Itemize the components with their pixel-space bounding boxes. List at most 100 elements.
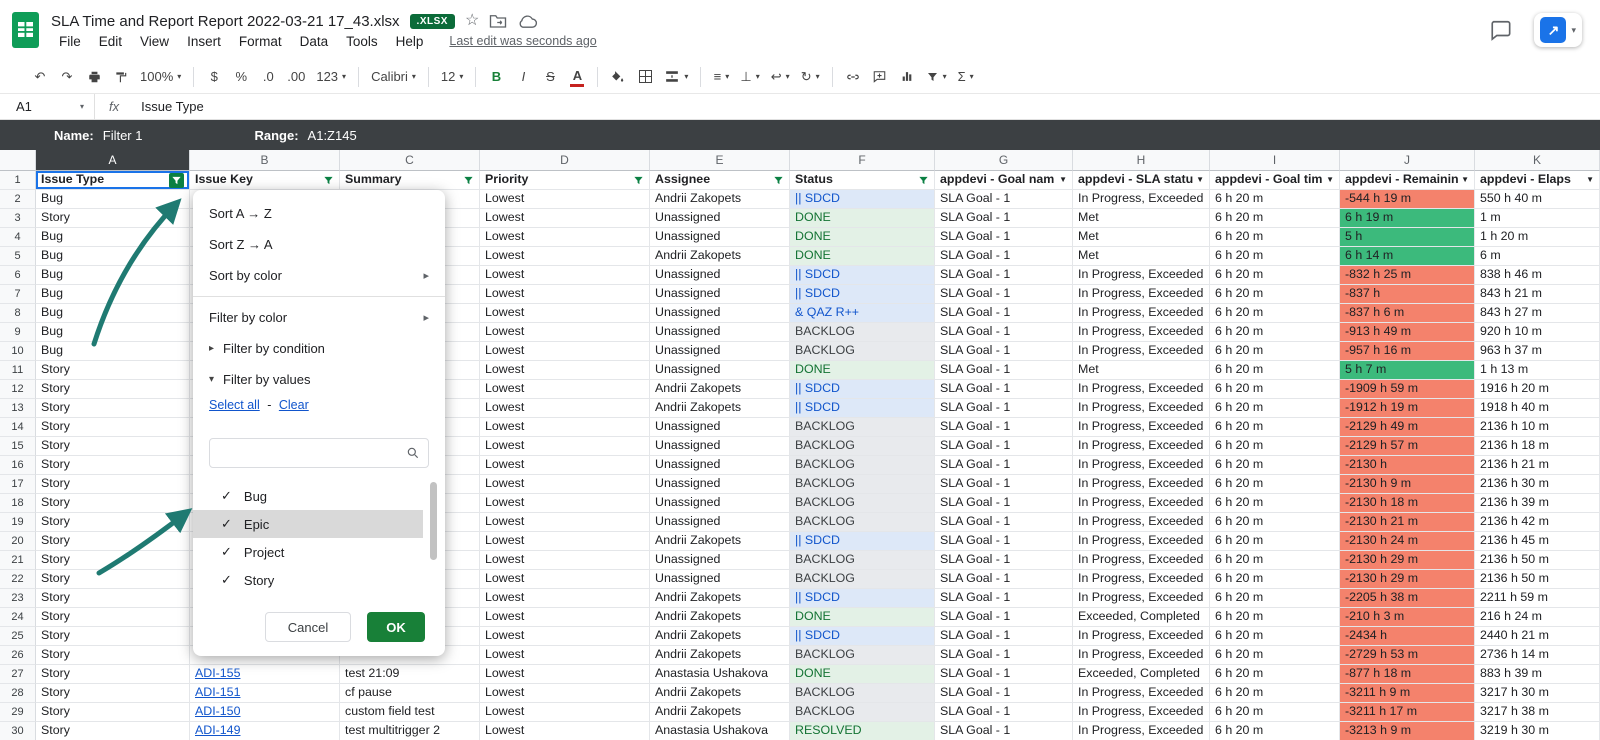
cell[interactable]: SLA Goal - 1 — [935, 380, 1073, 399]
name-box[interactable]: A1 ▾ — [0, 99, 94, 114]
header-cell[interactable]: Priority — [480, 171, 650, 190]
cell[interactable]: Story — [36, 513, 190, 532]
cell[interactable]: 6 h 19 m — [1340, 209, 1475, 228]
clear-link[interactable]: Clear — [279, 398, 309, 412]
cell[interactable]: Lowest — [480, 722, 650, 740]
cell[interactable]: -1912 h 19 m — [1340, 399, 1475, 418]
cell[interactable]: In Progress, Exceeded — [1073, 437, 1210, 456]
cell[interactable]: Lowest — [480, 266, 650, 285]
cell[interactable]: Lowest — [480, 304, 650, 323]
cell[interactable]: 6 h 20 m — [1210, 456, 1340, 475]
cell[interactable]: 6 h 20 m — [1210, 209, 1340, 228]
cell[interactable]: Story — [36, 437, 190, 456]
cell[interactable]: || SDCD — [790, 399, 935, 418]
row-number-14[interactable]: 14 — [0, 418, 36, 437]
row-number-11[interactable]: 11 — [0, 361, 36, 380]
cell[interactable]: Andrii Zakopets — [650, 627, 790, 646]
cell[interactable]: Story — [36, 532, 190, 551]
cell[interactable]: ADI-151 — [190, 684, 340, 703]
header-cell[interactable]: Summary — [340, 171, 480, 190]
cell[interactable]: In Progress, Exceeded — [1073, 684, 1210, 703]
cell[interactable]: Bug — [36, 304, 190, 323]
cell[interactable]: Lowest — [480, 247, 650, 266]
star-icon[interactable]: ☆ — [465, 13, 479, 29]
cell[interactable]: In Progress, Exceeded — [1073, 646, 1210, 665]
cell[interactable]: 2136 h 18 m — [1475, 437, 1600, 456]
cell[interactable]: Unassigned — [650, 285, 790, 304]
row-number-28[interactable]: 28 — [0, 684, 36, 703]
cell[interactable]: Andrii Zakopets — [650, 608, 790, 627]
header-cell[interactable]: appdevi - Remainin▼ — [1340, 171, 1475, 190]
cell[interactable]: Lowest — [480, 570, 650, 589]
cell[interactable]: Andrii Zakopets — [650, 380, 790, 399]
cell[interactable]: 2136 h 50 m — [1475, 551, 1600, 570]
cell[interactable]: 1918 h 40 m — [1475, 399, 1600, 418]
cell[interactable]: In Progress, Exceeded — [1073, 627, 1210, 646]
cell[interactable]: Story — [36, 399, 190, 418]
cell[interactable]: 5 h 7 m — [1340, 361, 1475, 380]
cell[interactable]: test multitrigger 2 — [340, 722, 480, 740]
cell[interactable]: Lowest — [480, 494, 650, 513]
text-color-button[interactable]: A — [565, 65, 589, 89]
header-cell[interactable]: appdevi - Goal tim▼ — [1210, 171, 1340, 190]
cell[interactable]: SLA Goal - 1 — [935, 285, 1073, 304]
borders-button[interactable] — [633, 65, 657, 89]
cell[interactable]: Lowest — [480, 399, 650, 418]
cell[interactable]: 6 h 20 m — [1210, 513, 1340, 532]
cell[interactable]: Story — [36, 627, 190, 646]
column-header-B[interactable]: B — [190, 150, 340, 171]
filter-dropdown-icon[interactable]: ▼ — [1059, 171, 1067, 189]
currency-format-button[interactable]: $ — [202, 65, 226, 89]
cell[interactable]: 2136 h 30 m — [1475, 475, 1600, 494]
cell[interactable]: In Progress, Exceeded — [1073, 399, 1210, 418]
cell[interactable]: 550 h 40 m — [1475, 190, 1600, 209]
menu-file[interactable]: File — [51, 32, 89, 51]
header-cell[interactable]: appdevi - SLA statu▼ — [1073, 171, 1210, 190]
cell[interactable]: Unassigned — [650, 494, 790, 513]
cell[interactable]: 6 h 14 m — [1340, 247, 1475, 266]
cell[interactable]: -2729 h 53 m — [1340, 646, 1475, 665]
cell[interactable]: 2136 h 39 m — [1475, 494, 1600, 513]
text-wrap-button[interactable]: ↩▾ — [767, 65, 794, 89]
row-number-5[interactable]: 5 — [0, 247, 36, 266]
cell[interactable]: Andrii Zakopets — [650, 190, 790, 209]
cell[interactable]: Lowest — [480, 627, 650, 646]
cell[interactable]: Met — [1073, 209, 1210, 228]
menu-data[interactable]: Data — [292, 32, 337, 51]
cell[interactable]: || SDCD — [790, 190, 935, 209]
cell[interactable]: Lowest — [480, 342, 650, 361]
cell[interactable]: 6 h 20 m — [1210, 646, 1340, 665]
header-cell[interactable]: appdevi - Goal nam▼ — [935, 171, 1073, 190]
cloud-status-icon[interactable] — [517, 14, 538, 29]
cell[interactable]: 2736 h 14 m — [1475, 646, 1600, 665]
cell[interactable]: Lowest — [480, 380, 650, 399]
cell[interactable]: BACKLOG — [790, 456, 935, 475]
cell[interactable]: Andrii Zakopets — [650, 703, 790, 722]
cell[interactable]: 6 m — [1475, 247, 1600, 266]
cell[interactable]: Unassigned — [650, 209, 790, 228]
cell[interactable]: Bug — [36, 190, 190, 209]
cell[interactable]: In Progress, Exceeded — [1073, 589, 1210, 608]
row-number-25[interactable]: 25 — [0, 627, 36, 646]
cell[interactable]: BACKLOG — [790, 494, 935, 513]
cell[interactable]: Lowest — [480, 437, 650, 456]
zoom-select[interactable]: 100%▾ — [136, 65, 185, 89]
cell[interactable]: -3213 h 9 m — [1340, 722, 1475, 740]
cell[interactable]: 6 h 20 m — [1210, 323, 1340, 342]
cell[interactable]: SLA Goal - 1 — [935, 722, 1073, 740]
cell[interactable]: Bug — [36, 285, 190, 304]
cell[interactable]: || SDCD — [790, 589, 935, 608]
cell[interactable]: SLA Goal - 1 — [935, 342, 1073, 361]
header-cell[interactable]: Status — [790, 171, 935, 190]
cell[interactable]: SLA Goal - 1 — [935, 266, 1073, 285]
column-header-G[interactable]: G — [935, 150, 1073, 171]
cell[interactable]: cf pause — [340, 684, 480, 703]
cell[interactable]: Lowest — [480, 608, 650, 627]
document-title[interactable]: SLA Time and Report Report 2022-03-21 17… — [51, 13, 400, 30]
cell[interactable]: 6 h 20 m — [1210, 722, 1340, 740]
cell[interactable]: Unassigned — [650, 551, 790, 570]
row-number-18[interactable]: 18 — [0, 494, 36, 513]
row-number-9[interactable]: 9 — [0, 323, 36, 342]
cell[interactable]: 6 h 20 m — [1210, 342, 1340, 361]
cell[interactable]: 3217 h 38 m — [1475, 703, 1600, 722]
